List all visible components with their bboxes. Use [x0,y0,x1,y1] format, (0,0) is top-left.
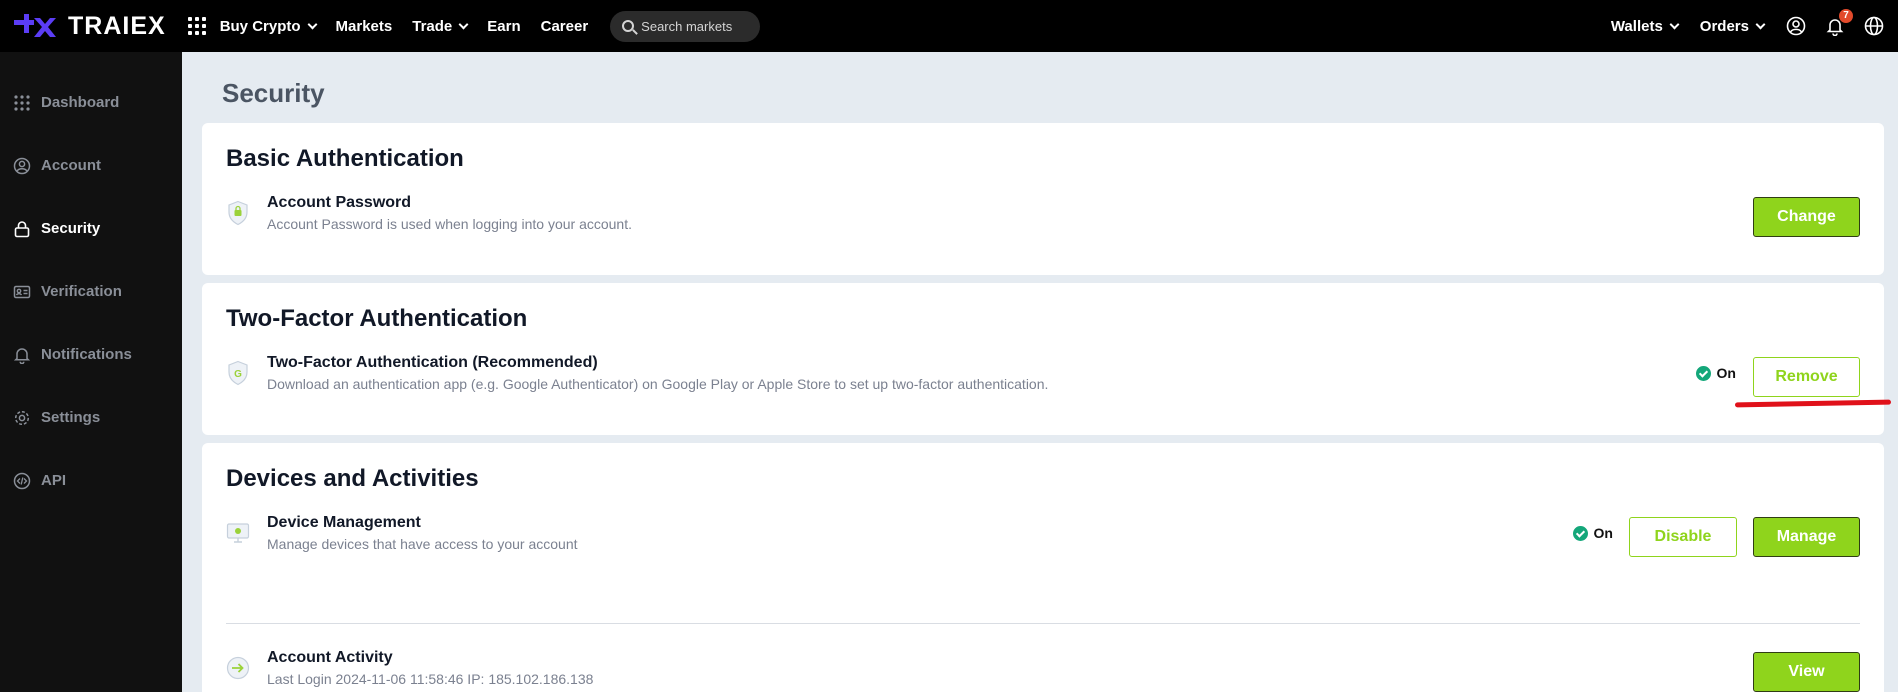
row-description: Manage devices that have access to your … [267,536,578,552]
change-password-button[interactable]: Change [1753,197,1860,237]
nav-career[interactable]: Career [541,18,589,35]
sidebar-item-label: Verification [41,283,122,300]
logo-icon [14,14,56,37]
account-activity-row: Account Activity Last Login 2024-11-06 1… [226,649,1860,692]
lock-icon [14,220,30,237]
nav-label: Buy Crypto [219,17,301,35]
search-markets-input[interactable]: Search markets [610,10,761,42]
remove-2fa-button[interactable]: Remove [1753,357,1860,397]
sidebar-item-label: Settings [41,409,101,426]
row-title: Account Activity [267,649,393,666]
wallets-menu[interactable]: Wallets [1610,17,1680,35]
status-label: On [1593,525,1613,541]
code-icon [13,472,31,489]
check-circle-icon [1695,365,1711,381]
right-nav: Wallets Orders 7 [1611,0,1898,52]
nav-markets[interactable]: Markets [336,18,393,35]
apps-grid-icon[interactable] [187,17,206,35]
orders-menu[interactable]: Orders [1699,17,1766,35]
search-placeholder: Search markets [641,18,733,34]
chevron-down-icon [1669,19,1680,29]
view-activity-button[interactable]: View [1753,652,1860,692]
nav-label: Earn [487,17,521,35]
sidebar-item-label: API [41,472,67,489]
nav-label: Career [540,17,589,35]
section-heading: Basic Authentication [226,145,464,172]
devices-activities-card: Devices and Activities Device Management… [202,443,1884,692]
sidebar-item-settings[interactable]: Settings [0,386,182,449]
row-title: Device Management [267,514,421,531]
gear-icon [14,410,30,425]
row-description: Last Login 2024-11-06 11:58:46 IP: 185.1… [267,671,594,687]
sidebar-item-label: Dashboard [41,94,120,111]
nav-earn[interactable]: Earn [487,18,520,35]
svg-text:G: G [234,369,242,380]
nav-buy-crypto[interactable]: Buy Crypto [219,17,317,35]
nav-label: Trade [412,17,453,35]
divider [226,623,1860,624]
account-password-row: Account Password Account Password is use… [226,194,1860,254]
section-heading: Devices and Activities [226,465,479,492]
sidebar: Dashboard Account Security Verification … [0,52,182,692]
sidebar-item-dashboard[interactable]: Dashboard [0,71,182,134]
chevron-down-icon [307,19,317,29]
orders-label: Orders [1699,17,1749,35]
grid-icon [14,94,30,111]
sidebar-item-verification[interactable]: Verification [0,260,182,323]
device-management-row: Device Management Manage devices that ha… [226,514,1860,574]
two-factor-row: G Two-Factor Authentication (Recommended… [226,354,1860,414]
row-description: Account Password is used when logging in… [267,216,632,232]
sidebar-item-label: Security [41,220,101,237]
nav-label: Markets [335,17,393,35]
row-title: Two-Factor Authentication (Recommended) [267,354,598,371]
search-icon [622,20,635,32]
user-profile-icon[interactable] [1786,16,1806,36]
nav-trade[interactable]: Trade [412,17,469,35]
id-card-icon [13,285,31,298]
chevron-down-icon [458,19,469,29]
sidebar-item-notifications[interactable]: Notifications [0,323,182,386]
globe-icon[interactable] [1864,16,1884,36]
wallets-label: Wallets [1610,17,1663,35]
main-content: Security Basic Authentication Account Pa… [182,52,1898,692]
monitor-icon [226,523,250,543]
user-circle-icon [13,157,31,174]
basic-authentication-card: Basic Authentication Account Password Ac… [202,123,1884,275]
bell-icon [13,347,31,364]
notification-bell-icon[interactable]: 7 [1825,9,1853,37]
disable-devices-button[interactable]: Disable [1629,517,1737,557]
sidebar-item-label: Account [41,157,101,174]
page-title: Security [222,78,325,108]
check-circle-icon [1572,525,1588,541]
logo[interactable]: TRAIEX [12,0,166,52]
manage-devices-button[interactable]: Manage [1753,517,1860,557]
sidebar-item-security[interactable]: Security [0,197,182,260]
status-label: On [1716,365,1736,381]
sidebar-item-label: Notifications [41,346,132,363]
row-description: Download an authentication app (e.g. Goo… [267,376,1049,392]
sidebar-item-api[interactable]: API [0,449,182,512]
main-nav: Buy Crypto Markets Trade Earn Career Sea… [219,0,761,52]
two-factor-authentication-card: Two-Factor Authentication G Two-Factor A… [202,283,1884,435]
top-navbar: TRAIEX Buy Crypto Markets Trade Earn Car… [0,0,1898,52]
two-factor-status: On [1695,365,1736,381]
row-title: Account Password [267,194,412,211]
login-arrow-icon [226,656,250,680]
shield-icon [228,200,248,226]
notification-badge: 7 [1839,9,1853,23]
google-authenticator-shield-icon: G [228,360,248,386]
section-heading: Two-Factor Authentication [226,305,528,332]
device-management-status: On [1572,525,1613,541]
sidebar-item-account[interactable]: Account [0,134,182,197]
brand-name: TRAIEX [68,11,166,40]
chevron-down-icon [1755,19,1766,29]
